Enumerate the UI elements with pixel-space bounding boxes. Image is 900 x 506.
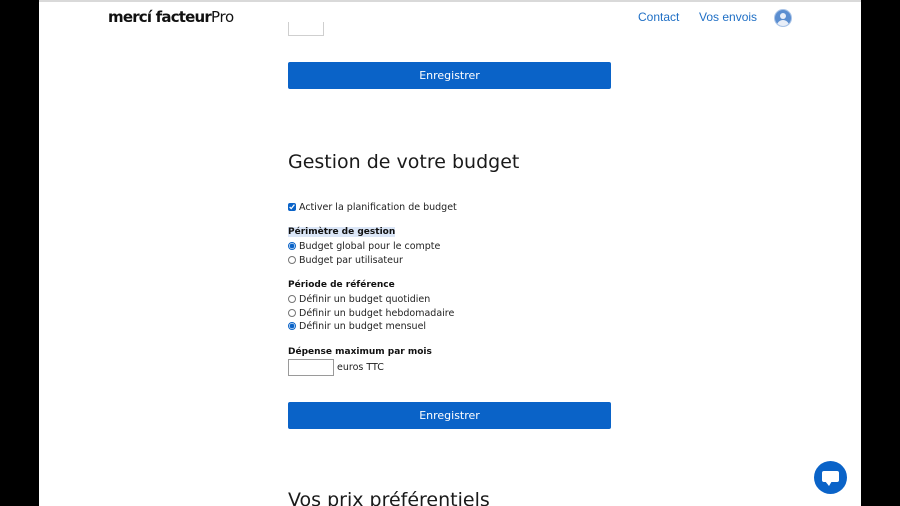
scope-user-label: Budget par utilisateur — [299, 254, 403, 266]
budget-section-title: Gestion de votre budget — [288, 151, 520, 173]
avatar-body — [777, 20, 789, 26]
scope-user-radio[interactable] — [288, 256, 296, 264]
page: mercí facteurPro Contact Vos envois Enre… — [39, 0, 861, 506]
preferential-prices-title: Vos prix préférentiels — [288, 489, 490, 506]
scope-global-label: Budget global pour le compte — [299, 240, 441, 252]
save-button-bottom[interactable]: Enregistrer — [288, 402, 611, 429]
chat-bubble-tail — [825, 481, 832, 486]
period-option-weekly[interactable]: Définir un budget hebdomadaire — [288, 307, 454, 319]
logo-suffix: Pro — [211, 8, 234, 26]
scope-option-user[interactable]: Budget par utilisateur — [288, 254, 403, 266]
header: mercí facteurPro Contact Vos envois — [39, 2, 861, 34]
period-weekly-radio[interactable] — [288, 309, 296, 317]
scope-label: Périmètre de gestion — [288, 227, 396, 237]
period-weekly-label: Définir un budget hebdomadaire — [299, 307, 455, 319]
logo-main: mercí facteur — [108, 8, 212, 26]
enable-budget-label: Activer la planification de budget — [299, 201, 457, 213]
period-monthly-radio[interactable] — [288, 322, 296, 330]
max-spend-unit: euros TTC — [337, 362, 384, 373]
previous-section-input[interactable] — [288, 22, 324, 36]
save-button-top[interactable]: Enregistrer — [288, 62, 611, 89]
brand-logo[interactable]: mercí facteurPro — [108, 8, 234, 26]
scope-global-radio[interactable] — [288, 242, 296, 250]
period-daily-label: Définir un budget quotidien — [299, 293, 431, 305]
chat-bubble-icon[interactable] — [814, 461, 847, 494]
max-spend-input[interactable] — [288, 359, 334, 376]
period-label: Période de référence — [288, 280, 395, 290]
scope-option-global[interactable]: Budget global pour le compte — [288, 240, 440, 252]
period-option-monthly[interactable]: Définir un budget mensuel — [288, 320, 426, 332]
period-option-daily[interactable]: Définir un budget quotidien — [288, 293, 430, 305]
period-daily-radio[interactable] — [288, 295, 296, 303]
nav-contact-link[interactable]: Contact — [638, 10, 679, 24]
enable-budget-checkbox[interactable] — [288, 203, 296, 211]
nav-vos-envois-link[interactable]: Vos envois — [699, 10, 757, 24]
avatar-head — [780, 13, 786, 19]
enable-budget-row[interactable]: Activer la planification de budget — [288, 201, 457, 213]
period-monthly-label: Définir un budget mensuel — [299, 320, 427, 332]
user-avatar-icon[interactable] — [774, 9, 792, 27]
max-spend-label: Dépense maximum par mois — [288, 347, 432, 357]
